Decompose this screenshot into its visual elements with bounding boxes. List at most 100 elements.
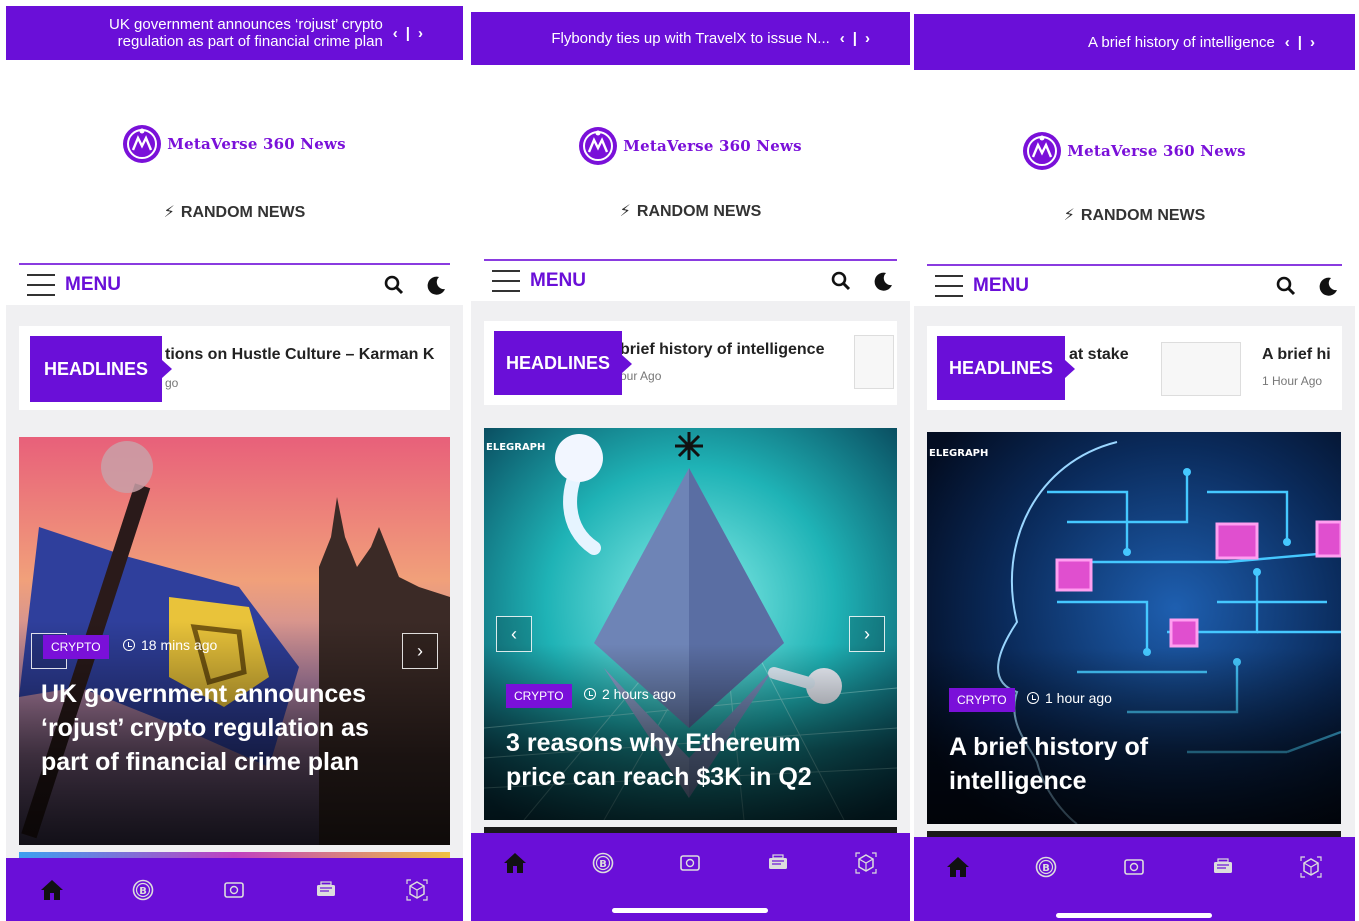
menu-bar: MENU: [484, 259, 897, 301]
ticket-icon[interactable]: [312, 876, 340, 904]
news-ticker[interactable]: A brief history of intelligence ‹ | ›: [914, 14, 1355, 70]
hero-next-button[interactable]: ›: [849, 616, 885, 652]
screen-2: Flybondy ties up with TravelX to issue N…: [471, 0, 910, 921]
headlines-strip[interactable]: tions on Hustle Culture – Karman K go HE…: [19, 326, 450, 410]
svg-text:B: B: [139, 886, 147, 897]
home-indicator[interactable]: [1056, 913, 1212, 918]
headlines-strip[interactable]: brief history of intelligence our Ago HE…: [484, 321, 897, 405]
headlines-badge: HEADLINES: [937, 336, 1075, 400]
random-news-link[interactable]: ⚡ RANDOM NEWS: [914, 205, 1355, 225]
hero-title[interactable]: 3 reasons why Ethereum price can reach $…: [506, 726, 846, 794]
bitcoin-icon[interactable]: B: [1032, 853, 1060, 881]
wallet-icon[interactable]: [220, 876, 248, 904]
cube-icon[interactable]: [1297, 853, 1325, 881]
post-time: 1 hour ago: [1027, 690, 1112, 706]
ticker-prev-button[interactable]: ‹: [1285, 34, 1290, 51]
cube-icon[interactable]: [403, 876, 431, 904]
category-badge[interactable]: CRYPTO: [43, 635, 109, 659]
ticker-text[interactable]: A brief history of intelligence: [1088, 34, 1275, 51]
menu-button[interactable]: MENU: [530, 270, 586, 292]
hero-slide[interactable]: ‹ › CRYPTO 18 mins ago UK government ann…: [19, 437, 450, 845]
hero-next-button[interactable]: ›: [402, 633, 438, 669]
ticker-separator: |: [1297, 33, 1302, 51]
headline-text[interactable]: at stake: [1069, 346, 1129, 364]
ticker-controls: ‹ | ›: [393, 25, 423, 42]
cube-icon[interactable]: [852, 849, 880, 877]
headline-text[interactable]: tions on Hustle Culture – Karman K: [165, 346, 434, 364]
bottom-nav: B: [914, 837, 1355, 921]
bolt-icon: ⚡: [163, 204, 175, 221]
headlines-badge: HEADLINES: [30, 336, 172, 402]
ticket-icon[interactable]: [1209, 853, 1237, 881]
svg-text:B: B: [1042, 863, 1050, 874]
ticker-separator: |: [405, 24, 410, 42]
menu-button[interactable]: MENU: [65, 274, 121, 296]
category-badge[interactable]: CRYPTO: [506, 684, 572, 708]
logo-text: MetaVerse 360 News: [1067, 142, 1246, 160]
hamburger-icon[interactable]: [935, 275, 963, 297]
headline-text[interactable]: brief history of intelligence: [620, 341, 824, 359]
search-icon[interactable]: [1276, 276, 1296, 296]
menu-bar: MENU: [927, 264, 1342, 306]
headlines-strip[interactable]: HEADLINES at stake A brief hi 1 Hour Ago: [927, 326, 1342, 410]
bolt-icon: ⚡: [1063, 207, 1075, 224]
ticker-controls: ‹ | ›: [840, 30, 870, 47]
headline-thumbnail[interactable]: [1161, 342, 1241, 396]
logo-text: MetaVerse 360 News: [623, 137, 802, 155]
ticker-next-button[interactable]: ›: [865, 30, 870, 47]
search-icon[interactable]: [831, 271, 851, 291]
site-logo[interactable]: MetaVerse 360 News: [6, 125, 463, 163]
headline-time: go: [165, 376, 179, 390]
site-logo[interactable]: MetaVerse 360 News: [471, 127, 910, 165]
clock-icon: [123, 639, 135, 651]
logo-icon: [123, 125, 162, 163]
ticker-text[interactable]: UK government announces ‘rojust’ crypto …: [63, 16, 383, 50]
ticker-next-button[interactable]: ›: [418, 25, 423, 42]
home-indicator[interactable]: [612, 908, 768, 913]
hamburger-icon[interactable]: [492, 270, 520, 292]
wallet-icon[interactable]: [1120, 853, 1148, 881]
moon-icon[interactable]: [873, 271, 893, 291]
news-ticker[interactable]: Flybondy ties up with TravelX to issue N…: [471, 12, 910, 65]
bitcoin-icon[interactable]: B: [129, 876, 157, 904]
hero-title[interactable]: A brief history of intelligence: [949, 730, 1209, 798]
home-icon[interactable]: [501, 849, 529, 877]
random-news-link[interactable]: ⚡ RANDOM NEWS: [471, 201, 910, 221]
menu-bar: MENU: [19, 263, 450, 305]
ticker-text[interactable]: Flybondy ties up with TravelX to issue N…: [551, 30, 829, 47]
home-icon[interactable]: [944, 853, 972, 881]
moon-icon[interactable]: [426, 275, 446, 295]
hamburger-icon[interactable]: [27, 274, 55, 296]
site-logo[interactable]: MetaVerse 360 News: [914, 132, 1355, 170]
screen-1: UK government announces ‘rojust’ crypto …: [6, 0, 463, 921]
headlines-badge: HEADLINES: [494, 331, 632, 395]
ticker-prev-button[interactable]: ‹: [840, 30, 845, 47]
clock-icon: [1027, 692, 1039, 704]
post-time: 18 mins ago: [123, 637, 217, 653]
random-news-label: RANDOM NEWS: [1080, 207, 1206, 224]
hero-title[interactable]: UK government announces ‘rojust’ crypto …: [41, 677, 411, 779]
search-icon[interactable]: [384, 275, 404, 295]
clock-icon: [584, 688, 596, 700]
news-ticker[interactable]: UK government announces ‘rojust’ crypto …: [6, 6, 463, 60]
ticker-prev-button[interactable]: ‹: [393, 25, 398, 42]
logo-text: MetaVerse 360 News: [167, 135, 346, 153]
hero-prev-button[interactable]: ‹: [496, 616, 532, 652]
random-news-link[interactable]: ⚡ RANDOM NEWS: [6, 202, 463, 222]
bitcoin-icon[interactable]: B: [589, 849, 617, 877]
home-icon[interactable]: [38, 876, 66, 904]
headline-text-2[interactable]: A brief hi: [1262, 346, 1331, 364]
hero-watermark: ELEGRAPH: [929, 448, 988, 459]
bolt-icon: ⚡: [619, 203, 631, 220]
ticker-next-button[interactable]: ›: [1310, 34, 1315, 51]
headline-thumbnail[interactable]: [854, 335, 894, 389]
moon-icon[interactable]: [1318, 276, 1338, 296]
hero-slide[interactable]: ELEGRAPH ‹ › CRYPTO 2 hours ago 3 reason…: [484, 428, 897, 820]
category-badge[interactable]: CRYPTO: [949, 688, 1015, 712]
ticket-icon[interactable]: [764, 849, 792, 877]
wallet-icon[interactable]: [676, 849, 704, 877]
hero-slide[interactable]: ELEGRAPH CRYPTO 1 hour ago A brief histo…: [927, 432, 1341, 824]
ticker-separator: |: [852, 30, 857, 47]
menu-button[interactable]: MENU: [973, 275, 1029, 297]
random-news-label: RANDOM NEWS: [636, 203, 762, 220]
